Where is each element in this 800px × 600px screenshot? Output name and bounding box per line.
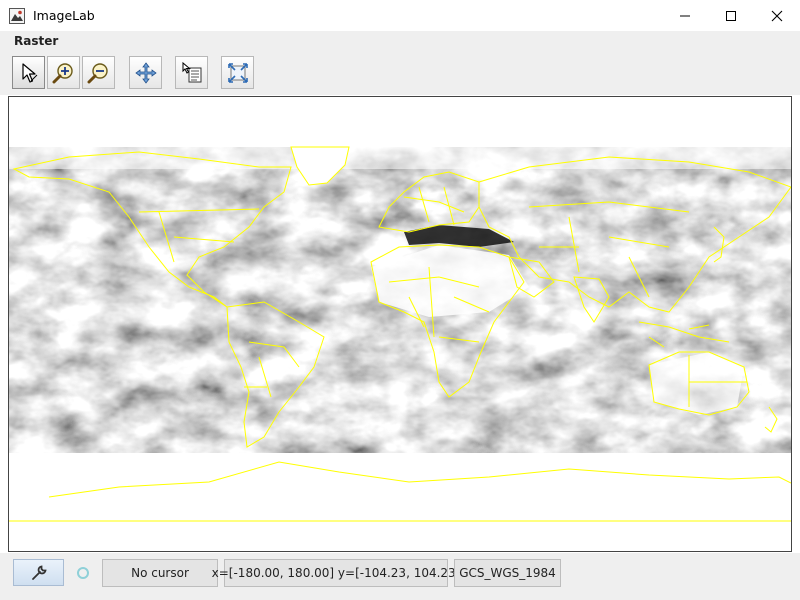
extent-label: x=[-180.00, 180.00] y=[-104.23, 104.23] (212, 559, 460, 587)
menu-bar: Raster (0, 31, 800, 51)
window-title: ImageLab (33, 8, 95, 23)
menu-raster[interactable]: Raster (14, 34, 58, 48)
spinner-ring-icon (77, 567, 89, 579)
crs-label: GCS_WGS_1984 (454, 559, 561, 587)
minimize-button[interactable] (662, 0, 708, 31)
select-tool-button[interactable] (12, 56, 45, 89)
title-bar: ImageLab (0, 0, 800, 31)
wrench-icon (32, 565, 47, 580)
full-extent-button[interactable] (221, 56, 254, 89)
cursor-position-label: No cursor (102, 559, 218, 587)
select-pointer-icon (22, 63, 38, 83)
antarctica-ice (9, 453, 791, 551)
arctic-ice (9, 147, 791, 169)
zoom-in-icon (52, 63, 73, 84)
window-controls (662, 0, 800, 31)
maximize-button[interactable] (708, 0, 754, 31)
zoom-out-icon (87, 63, 108, 84)
minimize-icon (680, 15, 690, 16)
maximize-icon (726, 10, 736, 21)
toolbar (0, 51, 800, 95)
tool-settings-button[interactable] (13, 559, 64, 586)
pan-button[interactable] (129, 56, 162, 89)
close-icon (771, 10, 783, 21)
full-extent-icon (228, 63, 248, 83)
zoom-out-button[interactable] (82, 56, 115, 89)
app-icon (9, 7, 25, 24)
close-button[interactable] (754, 0, 800, 31)
map-view[interactable] (8, 96, 792, 552)
world-raster-map[interactable] (9, 97, 791, 551)
pan-arrows-icon (135, 62, 157, 84)
identify-info-icon (182, 61, 202, 83)
zoom-in-button[interactable] (47, 56, 80, 89)
status-bar: No cursor x=[-180.00, 180.00] y=[-104.23… (0, 553, 800, 600)
identify-button[interactable] (175, 56, 208, 89)
